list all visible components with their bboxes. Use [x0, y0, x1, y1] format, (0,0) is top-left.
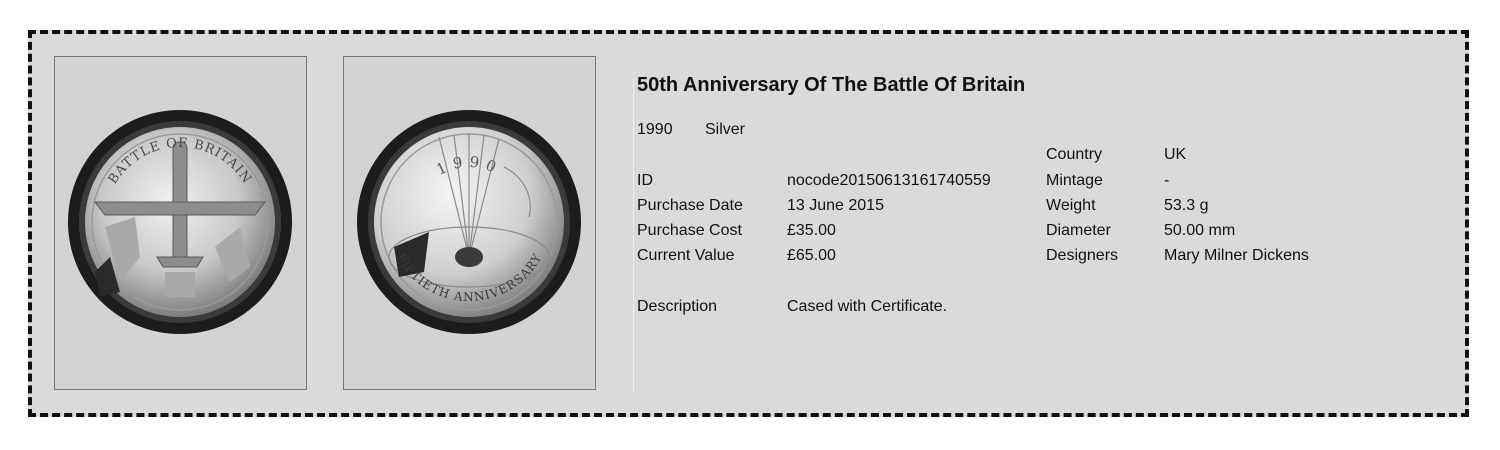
description-label: Description	[637, 298, 718, 315]
coin-obverse-image[interactable]: BATTLE OF BRITAIN	[54, 56, 307, 390]
country-label: Country	[1046, 146, 1103, 163]
purchase-cost-value: £35.00	[787, 222, 836, 239]
country-value: UK	[1164, 146, 1187, 163]
coin-obverse-graphic: BATTLE OF BRITAIN	[68, 110, 292, 334]
mintage-value: -	[1164, 172, 1170, 189]
designers-value: Mary Milner Dickens	[1164, 247, 1309, 264]
weight-label: Weight	[1046, 197, 1096, 214]
current-value-label: Current Value	[637, 247, 735, 264]
coin-year: 1990	[637, 121, 673, 138]
diameter-label: Diameter	[1046, 222, 1111, 239]
purchase-cost-label: Purchase Cost	[637, 222, 742, 239]
mintage-label: Mintage	[1046, 172, 1103, 189]
purchase-date-label: Purchase Date	[637, 197, 743, 214]
coin-title: 50th Anniversary Of The Battle Of Britai…	[637, 74, 1026, 96]
id-label: ID	[637, 172, 653, 189]
designers-label: Designers	[1046, 247, 1119, 264]
diameter-value: 50.00 mm	[1164, 222, 1236, 239]
description-value: Cased with Certificate.	[787, 298, 948, 315]
coin-metal: Silver	[705, 121, 746, 138]
current-value-value: £65.00	[787, 247, 836, 264]
divider	[633, 78, 634, 392]
coin-reverse-graphic: 1990 FIFTIETH ANNIVERSARY	[357, 110, 581, 334]
coin-card: BATTLE OF BRITAIN 1990 FIFTIETH ANNIVERS…	[28, 30, 1469, 417]
purchase-date-value: 13 June 2015	[787, 197, 884, 214]
weight-value: 53.3 g	[1164, 197, 1209, 214]
coin-reverse-image[interactable]: 1990 FIFTIETH ANNIVERSARY	[343, 56, 596, 390]
id-value: nocode20150613161740559	[787, 172, 991, 189]
